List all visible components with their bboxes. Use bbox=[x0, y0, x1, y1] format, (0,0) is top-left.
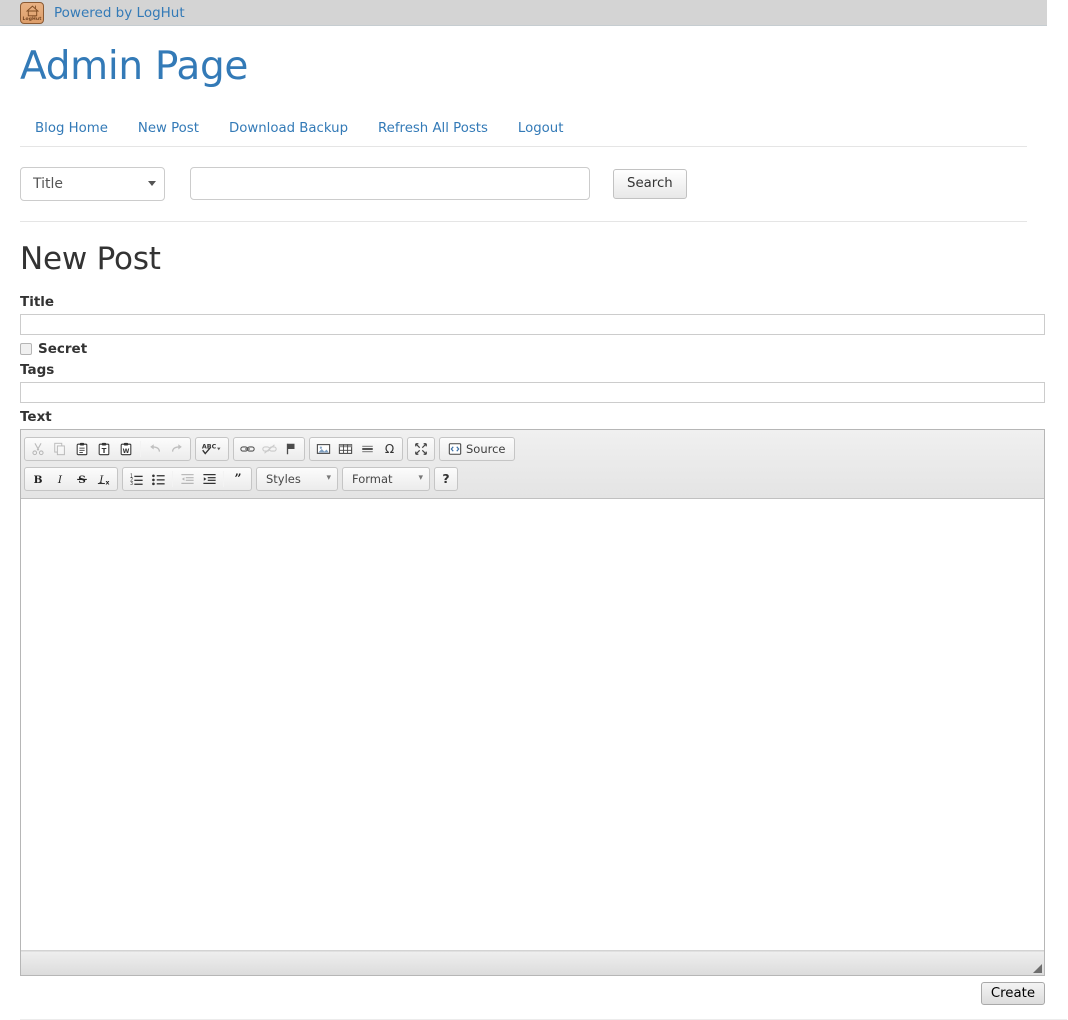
page-container: Admin Page Blog Home New Post Download B… bbox=[0, 46, 1047, 1020]
format-combo-label: Format bbox=[352, 472, 393, 486]
svg-text:I: I bbox=[98, 474, 104, 486]
paste-word-icon[interactable]: W bbox=[115, 439, 137, 459]
secret-checkbox[interactable] bbox=[20, 343, 32, 355]
maximize-icon[interactable] bbox=[410, 439, 432, 459]
blockquote-icon[interactable]: ” bbox=[227, 469, 249, 489]
nav-refresh-all-posts[interactable]: Refresh All Posts bbox=[363, 111, 503, 146]
source-label: Source bbox=[466, 442, 506, 456]
link-icon[interactable] bbox=[236, 439, 258, 459]
powered-by-link[interactable]: Powered by LogHut bbox=[54, 5, 185, 21]
search-form: Title Tags Text Search bbox=[20, 147, 1027, 221]
source-button[interactable]: Source bbox=[442, 439, 512, 459]
bulleted-list-icon[interactable] bbox=[147, 469, 169, 489]
svg-text:I: I bbox=[57, 474, 63, 486]
svg-text:T: T bbox=[102, 447, 107, 455]
format-combo[interactable]: Format ▾ bbox=[342, 467, 430, 491]
nav-item: Logout bbox=[503, 111, 579, 146]
svg-text:3: 3 bbox=[129, 481, 132, 486]
basic-styles-group: B I S Ix bbox=[24, 467, 118, 491]
hut-glyph-icon bbox=[25, 5, 40, 17]
svg-text:x: x bbox=[106, 479, 110, 486]
submit-row: Create bbox=[20, 982, 1045, 1005]
paste-text-icon[interactable]: T bbox=[93, 439, 115, 459]
svg-text:”: ” bbox=[234, 472, 241, 486]
nav-blog-home[interactable]: Blog Home bbox=[20, 111, 123, 146]
main-nav: Blog Home New Post Download Backup Refre… bbox=[20, 111, 1027, 146]
tags-input[interactable] bbox=[20, 382, 1045, 403]
page-title: Admin Page bbox=[20, 46, 1027, 89]
bold-icon[interactable]: B bbox=[27, 469, 49, 489]
svg-text:W: W bbox=[123, 448, 130, 455]
chevron-down-icon: ▾ bbox=[326, 474, 331, 483]
search-divider bbox=[20, 221, 1027, 222]
nav-item: Refresh All Posts bbox=[363, 111, 503, 146]
link-group bbox=[233, 437, 305, 461]
toolbar-separator bbox=[140, 441, 141, 457]
editor-resize-handle[interactable] bbox=[1033, 964, 1042, 973]
text-label: Text bbox=[20, 409, 1027, 425]
styles-combo[interactable]: Styles ▾ bbox=[256, 467, 338, 491]
paragraph-group: 123 ” bbox=[122, 467, 252, 491]
horizontal-rule-icon[interactable] bbox=[356, 439, 378, 459]
loghut-logo-icon[interactable]: LogHut bbox=[20, 2, 44, 24]
maximize-group bbox=[407, 437, 435, 461]
outdent-icon[interactable] bbox=[176, 469, 198, 489]
powered-by-bar: LogHut Powered by LogHut bbox=[0, 0, 1047, 26]
svg-text:B: B bbox=[34, 474, 43, 486]
search-button[interactable]: Search bbox=[613, 169, 687, 199]
nav-item: Download Backup bbox=[214, 111, 363, 146]
copy-icon[interactable] bbox=[49, 439, 71, 459]
insert-group: Ω bbox=[309, 437, 403, 461]
toolbar-separator bbox=[223, 471, 224, 487]
paste-icon[interactable] bbox=[71, 439, 93, 459]
search-field-select-wrapper: Title Tags Text bbox=[20, 167, 165, 201]
editor-toolbar: T W ABC bbox=[21, 430, 1044, 499]
editor-toolbar-row-1: T W ABC bbox=[24, 434, 1041, 464]
anchor-icon[interactable] bbox=[280, 439, 302, 459]
unlink-icon[interactable] bbox=[258, 439, 280, 459]
redo-icon[interactable] bbox=[166, 439, 188, 459]
tags-label: Tags bbox=[20, 362, 1027, 378]
svg-text:Ω: Ω bbox=[384, 443, 393, 457]
title-label: Title bbox=[20, 294, 1027, 310]
nav-logout[interactable]: Logout bbox=[503, 111, 579, 146]
indent-icon[interactable] bbox=[198, 469, 220, 489]
section-title: New Post bbox=[20, 242, 1027, 276]
source-icon bbox=[448, 442, 462, 456]
nav-download-backup[interactable]: Download Backup bbox=[214, 111, 363, 146]
strikethrough-icon[interactable]: S bbox=[71, 469, 93, 489]
cut-icon[interactable] bbox=[27, 439, 49, 459]
nav-new-post[interactable]: New Post bbox=[123, 111, 214, 146]
editor-content-area[interactable] bbox=[21, 499, 1044, 951]
remove-format-icon[interactable]: Ix bbox=[93, 469, 115, 489]
table-icon[interactable] bbox=[334, 439, 356, 459]
special-char-icon[interactable]: Ω bbox=[378, 439, 400, 459]
clipboard-group: T W bbox=[24, 437, 191, 461]
secret-checkbox-row: Secret bbox=[20, 341, 1027, 357]
logo-caption: LogHut bbox=[21, 17, 43, 23]
nav-item: New Post bbox=[123, 111, 214, 146]
nav-item: Blog Home bbox=[20, 111, 123, 146]
numbered-list-icon[interactable]: 123 bbox=[125, 469, 147, 489]
editor-toolbar-row-2: B I S Ix 123 bbox=[24, 464, 1041, 494]
rich-text-editor: T W ABC bbox=[20, 429, 1045, 976]
title-input[interactable] bbox=[20, 314, 1045, 335]
search-input[interactable] bbox=[190, 167, 590, 200]
search-field-select[interactable]: Title Tags Text bbox=[20, 167, 165, 201]
source-group: Source bbox=[439, 437, 515, 461]
chevron-down-icon: ▾ bbox=[418, 474, 423, 483]
create-button[interactable]: Create bbox=[981, 982, 1045, 1005]
spellcheck-icon[interactable]: ABC bbox=[198, 439, 226, 459]
undo-icon[interactable] bbox=[144, 439, 166, 459]
about-button[interactable]: ? bbox=[434, 467, 458, 491]
editor-status-bar bbox=[21, 951, 1044, 975]
secret-label[interactable]: Secret bbox=[38, 341, 87, 357]
image-icon[interactable] bbox=[312, 439, 334, 459]
toolbar-separator bbox=[172, 471, 173, 487]
styles-combo-label: Styles bbox=[266, 472, 301, 486]
spellcheck-group: ABC bbox=[195, 437, 229, 461]
italic-icon[interactable]: I bbox=[49, 469, 71, 489]
